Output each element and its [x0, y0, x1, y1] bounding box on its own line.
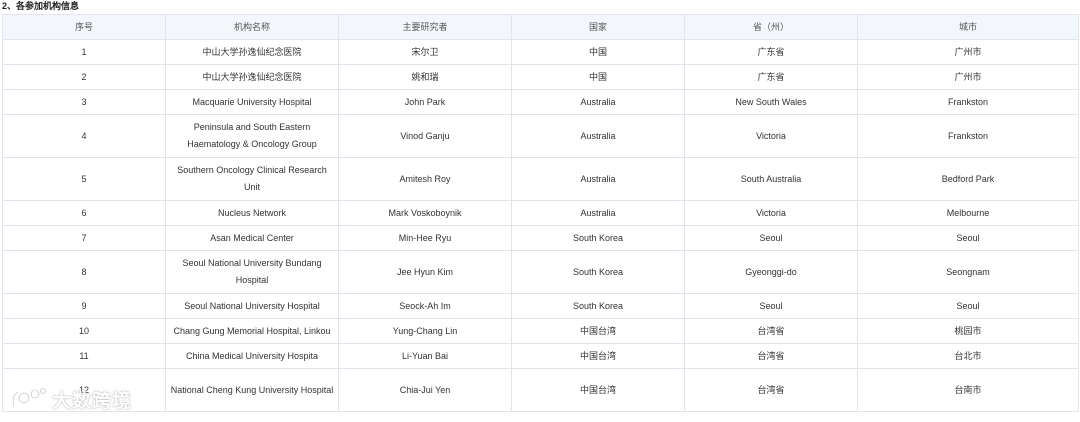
- cell-no: 6: [2, 200, 166, 226]
- cell-institution: Seoul National University Bundang Hospit…: [165, 250, 339, 294]
- cell-no: 12: [2, 368, 166, 412]
- cell-institution: China Medical University Hospita: [165, 343, 339, 369]
- cell-institution: Nucleus Network: [165, 200, 339, 226]
- cell-no: 4: [2, 114, 166, 158]
- cell-institution: Asan Medical Center: [165, 225, 339, 251]
- cell-no: 3: [2, 89, 166, 115]
- col-header-province: 省（州）: [684, 14, 858, 40]
- cell-no: 8: [2, 250, 166, 294]
- cell-institution: 中山大学孙逸仙纪念医院: [165, 39, 339, 65]
- cell-investigator: John Park: [338, 89, 512, 115]
- cell-province: 台湾省: [684, 318, 858, 344]
- cell-province: Seoul: [684, 293, 858, 319]
- cell-institution: Peninsula and South Eastern Haematology …: [165, 114, 339, 158]
- table-row: 11 China Medical University Hospita Li-Yua…: [2, 343, 1079, 369]
- cell-city: 桃园市: [857, 318, 1079, 344]
- cell-institution: National Cheng Kung University Hospital: [165, 368, 339, 412]
- table-row: 2 中山大学孙逸仙纪念医院 姚和瑞 中国 广东省 广州市: [2, 64, 1079, 90]
- cell-city: Frankston: [857, 89, 1079, 115]
- cell-city: Bedford Park: [857, 157, 1079, 201]
- cell-city: Seongnam: [857, 250, 1079, 294]
- cell-country: Australia: [511, 89, 685, 115]
- cell-investigator: Vinod Ganju: [338, 114, 512, 158]
- section-title: 2、各参加机构信息: [2, 1, 80, 11]
- cell-investigator: 宋尔卫: [338, 39, 512, 65]
- col-header-country: 国家: [511, 14, 685, 40]
- cell-city: Frankston: [857, 114, 1079, 158]
- table-row: 10 Chang Gung Memorial Hospital, Linkou Yu…: [2, 318, 1079, 344]
- cell-province: 广东省: [684, 64, 858, 90]
- table-row: 8 Seoul National University Bundang Hospi…: [2, 250, 1079, 294]
- cell-city: 台南市: [857, 368, 1079, 412]
- col-header-no: 序号: [2, 14, 166, 40]
- cell-institution: Macquarie University Hospital: [165, 89, 339, 115]
- cell-investigator: Li-Yuan Bai: [338, 343, 512, 369]
- cell-investigator: Amitesh Roy: [338, 157, 512, 201]
- cell-province: Seoul: [684, 225, 858, 251]
- cell-country: 中国台湾: [511, 343, 685, 369]
- table-row: 9 Seoul National University Hospital Seock…: [2, 293, 1079, 319]
- participating-sites-table: 序号 机构名称 主要研究者 国家 省（州） 城市 1 中山大学孙逸仙纪念医院 宋尔卫 中国 广东省…: [2, 14, 1079, 412]
- cell-province: 台湾省: [684, 368, 858, 412]
- table-row: 7 Asan Medical Center Min-Hee Ryu South Kor…: [2, 225, 1079, 251]
- cell-province: Gyeonggi-do: [684, 250, 858, 294]
- col-header-city: 城市: [857, 14, 1079, 40]
- cell-country: 中国: [511, 64, 685, 90]
- cell-country: 中国: [511, 39, 685, 65]
- cell-province: 台湾省: [684, 343, 858, 369]
- cell-province: 广东省: [684, 39, 858, 65]
- cell-province: Victoria: [684, 114, 858, 158]
- cell-investigator: Seock-Ah Im: [338, 293, 512, 319]
- cell-investigator: Yung-Chang Lin: [338, 318, 512, 344]
- cell-country: Australia: [511, 157, 685, 201]
- cell-no: 10: [2, 318, 166, 344]
- cell-province: New South Wales: [684, 89, 858, 115]
- cell-no: 7: [2, 225, 166, 251]
- cell-investigator: Min-Hee Ryu: [338, 225, 512, 251]
- cell-investigator: Jee Hyun Kim: [338, 250, 512, 294]
- cell-investigator: Chia-Jui Yen: [338, 368, 512, 412]
- cell-city: 台北市: [857, 343, 1079, 369]
- cell-country: 中国台湾: [511, 368, 685, 412]
- cell-country: South Korea: [511, 225, 685, 251]
- cell-country: Australia: [511, 114, 685, 158]
- table-body: 1 中山大学孙逸仙纪念医院 宋尔卫 中国 广东省 广州市 2 中山大学孙逸仙纪念医院 姚和瑞 中国…: [2, 39, 1079, 412]
- cell-country: South Korea: [511, 250, 685, 294]
- cell-institution: Southern Oncology Clinical Research Unit: [165, 157, 339, 201]
- cell-country: Australia: [511, 200, 685, 226]
- cell-country: South Korea: [511, 293, 685, 319]
- col-header-institution: 机构名称: [165, 14, 339, 40]
- table-row: 3 Macquarie University Hospital John Park A…: [2, 89, 1079, 115]
- cell-province: Victoria: [684, 200, 858, 226]
- cell-no: 5: [2, 157, 166, 201]
- cell-investigator: Mark Voskoboynik: [338, 200, 512, 226]
- cell-no: 2: [2, 64, 166, 90]
- cell-province: South Australia: [684, 157, 858, 201]
- cell-city: 广州市: [857, 64, 1079, 90]
- cell-institution: 中山大学孙逸仙纪念医院: [165, 64, 339, 90]
- cell-institution: Chang Gung Memorial Hospital, Linkou: [165, 318, 339, 344]
- cell-city: Melbourne: [857, 200, 1079, 226]
- cell-city: Seoul: [857, 293, 1079, 319]
- cell-no: 9: [2, 293, 166, 319]
- cell-investigator: 姚和瑞: [338, 64, 512, 90]
- cell-city: 广州市: [857, 39, 1079, 65]
- table-header-row: 序号 机构名称 主要研究者 国家 省（州） 城市: [2, 14, 1079, 40]
- table-row: 1 中山大学孙逸仙纪念医院 宋尔卫 中国 广东省 广州市: [2, 39, 1079, 65]
- table-row: 6 Nucleus Network Mark Voskoboynik Australi…: [2, 200, 1079, 226]
- cell-no: 11: [2, 343, 166, 369]
- col-header-investigator: 主要研究者: [338, 14, 512, 40]
- table-row: 4 Peninsula and South Eastern Haematology…: [2, 114, 1079, 158]
- cell-city: Seoul: [857, 225, 1079, 251]
- cell-no: 1: [2, 39, 166, 65]
- cell-country: 中国台湾: [511, 318, 685, 344]
- table-row: 12 National Cheng Kung University Hospita…: [2, 368, 1079, 412]
- cell-institution: Seoul National University Hospital: [165, 293, 339, 319]
- table-row: 5 Southern Oncology Clinical Research Uni…: [2, 157, 1079, 201]
